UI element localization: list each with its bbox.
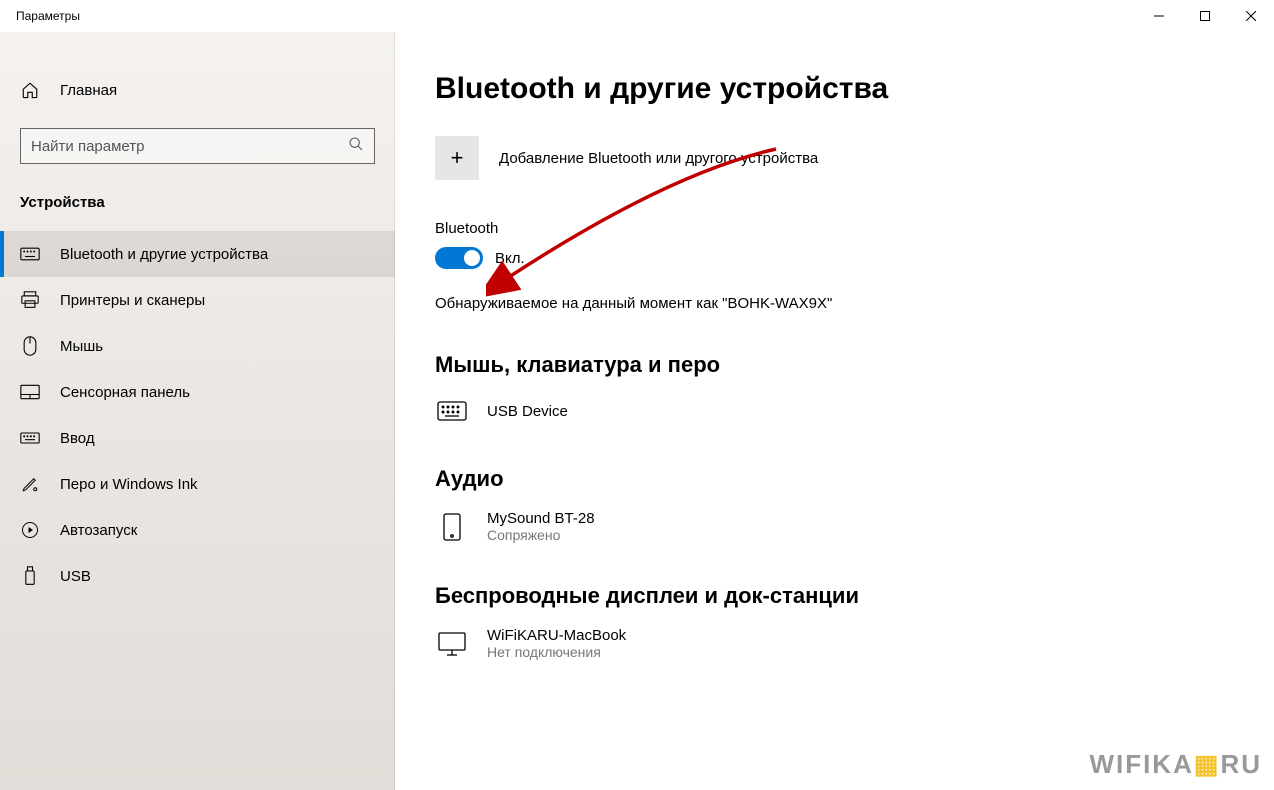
device-name: MySound BT-28: [487, 510, 595, 527]
nav-label: Мышь: [60, 338, 103, 355]
nav-item-autoplay[interactable]: Автозапуск: [0, 507, 395, 553]
printer-icon: [20, 290, 40, 310]
maximize-button[interactable]: [1182, 0, 1228, 32]
content-area: Bluetooth и другие устройства + Добавлен…: [395, 32, 1274, 790]
discoverable-text: Обнаруживаемое на данный момент как "BOH…: [435, 295, 1234, 312]
touchpad-icon: [20, 382, 40, 402]
group-displays-title: Беспроводные дисплеи и док-станции: [435, 583, 1234, 609]
nav-label: Автозапуск: [60, 522, 137, 539]
plus-icon: +: [435, 136, 479, 180]
device-item-usb[interactable]: USB Device: [435, 390, 1234, 432]
home-icon: [20, 80, 40, 100]
minimize-button[interactable]: [1136, 0, 1182, 32]
device-item-audio[interactable]: MySound BT-28 Сопряжено: [435, 504, 1234, 549]
add-device-label: Добавление Bluetooth или другого устройс…: [499, 150, 818, 167]
nav-item-mouse[interactable]: Мышь: [0, 323, 395, 369]
nav-item-usb[interactable]: USB: [0, 553, 395, 599]
usb-icon: [20, 566, 40, 586]
nav-item-touchpad[interactable]: Сенсорная панель: [0, 369, 395, 415]
search-icon: [348, 136, 364, 157]
nav-item-bluetooth[interactable]: Bluetooth и другие устройства: [0, 231, 395, 277]
sidebar: Главная Устройства Bluetooth и другие ус…: [0, 32, 395, 790]
close-button[interactable]: [1228, 0, 1274, 32]
section-title: Устройства: [0, 164, 395, 231]
autoplay-icon: [20, 520, 40, 540]
nav-label: Ввод: [60, 430, 95, 447]
device-name: WiFiKARU-MacBook: [487, 627, 626, 644]
add-device-button[interactable]: + Добавление Bluetooth или другого устро…: [435, 136, 1234, 180]
titlebar: Параметры: [0, 0, 1274, 32]
device-name: USB Device: [487, 403, 568, 420]
group-audio-title: Аудио: [435, 466, 1234, 492]
search-input[interactable]: [31, 138, 348, 155]
home-link[interactable]: Главная: [0, 72, 395, 108]
window-title: Параметры: [16, 9, 80, 23]
typing-icon: [20, 428, 40, 448]
nav-label: Перо и Windows Ink: [60, 476, 198, 493]
keyboard-device-icon: [435, 396, 469, 426]
keyboard-icon: [20, 244, 40, 264]
nav-label: Bluetooth и другие устройства: [60, 246, 268, 263]
device-status: Нет подключения: [487, 644, 626, 660]
phone-device-icon: [435, 512, 469, 542]
nav-item-printers[interactable]: Принтеры и сканеры: [0, 277, 395, 323]
nav-label: Сенсорная панель: [60, 384, 190, 401]
caption-buttons: [1136, 0, 1274, 32]
bluetooth-toggle[interactable]: [435, 247, 483, 269]
mouse-icon: [20, 336, 40, 356]
nav-label: USB: [60, 568, 91, 585]
home-label: Главная: [60, 82, 117, 99]
pen-icon: [20, 474, 40, 494]
nav-item-pen[interactable]: Перо и Windows Ink: [0, 461, 395, 507]
page-title: Bluetooth и другие устройства: [435, 72, 1234, 106]
nav-item-typing[interactable]: Ввод: [0, 415, 395, 461]
nav-label: Принтеры и сканеры: [60, 292, 205, 309]
group-mouse-title: Мышь, клавиатура и перо: [435, 352, 1234, 378]
search-box[interactable]: [20, 128, 375, 164]
bluetooth-heading: Bluetooth: [435, 220, 1234, 237]
device-item-display[interactable]: WiFiKARU-MacBook Нет подключения: [435, 621, 1234, 666]
device-status: Сопряжено: [487, 527, 595, 543]
toggle-state-label: Вкл.: [495, 250, 525, 267]
watermark: WIFIKA▦RU: [1089, 749, 1262, 780]
monitor-device-icon: [435, 629, 469, 659]
